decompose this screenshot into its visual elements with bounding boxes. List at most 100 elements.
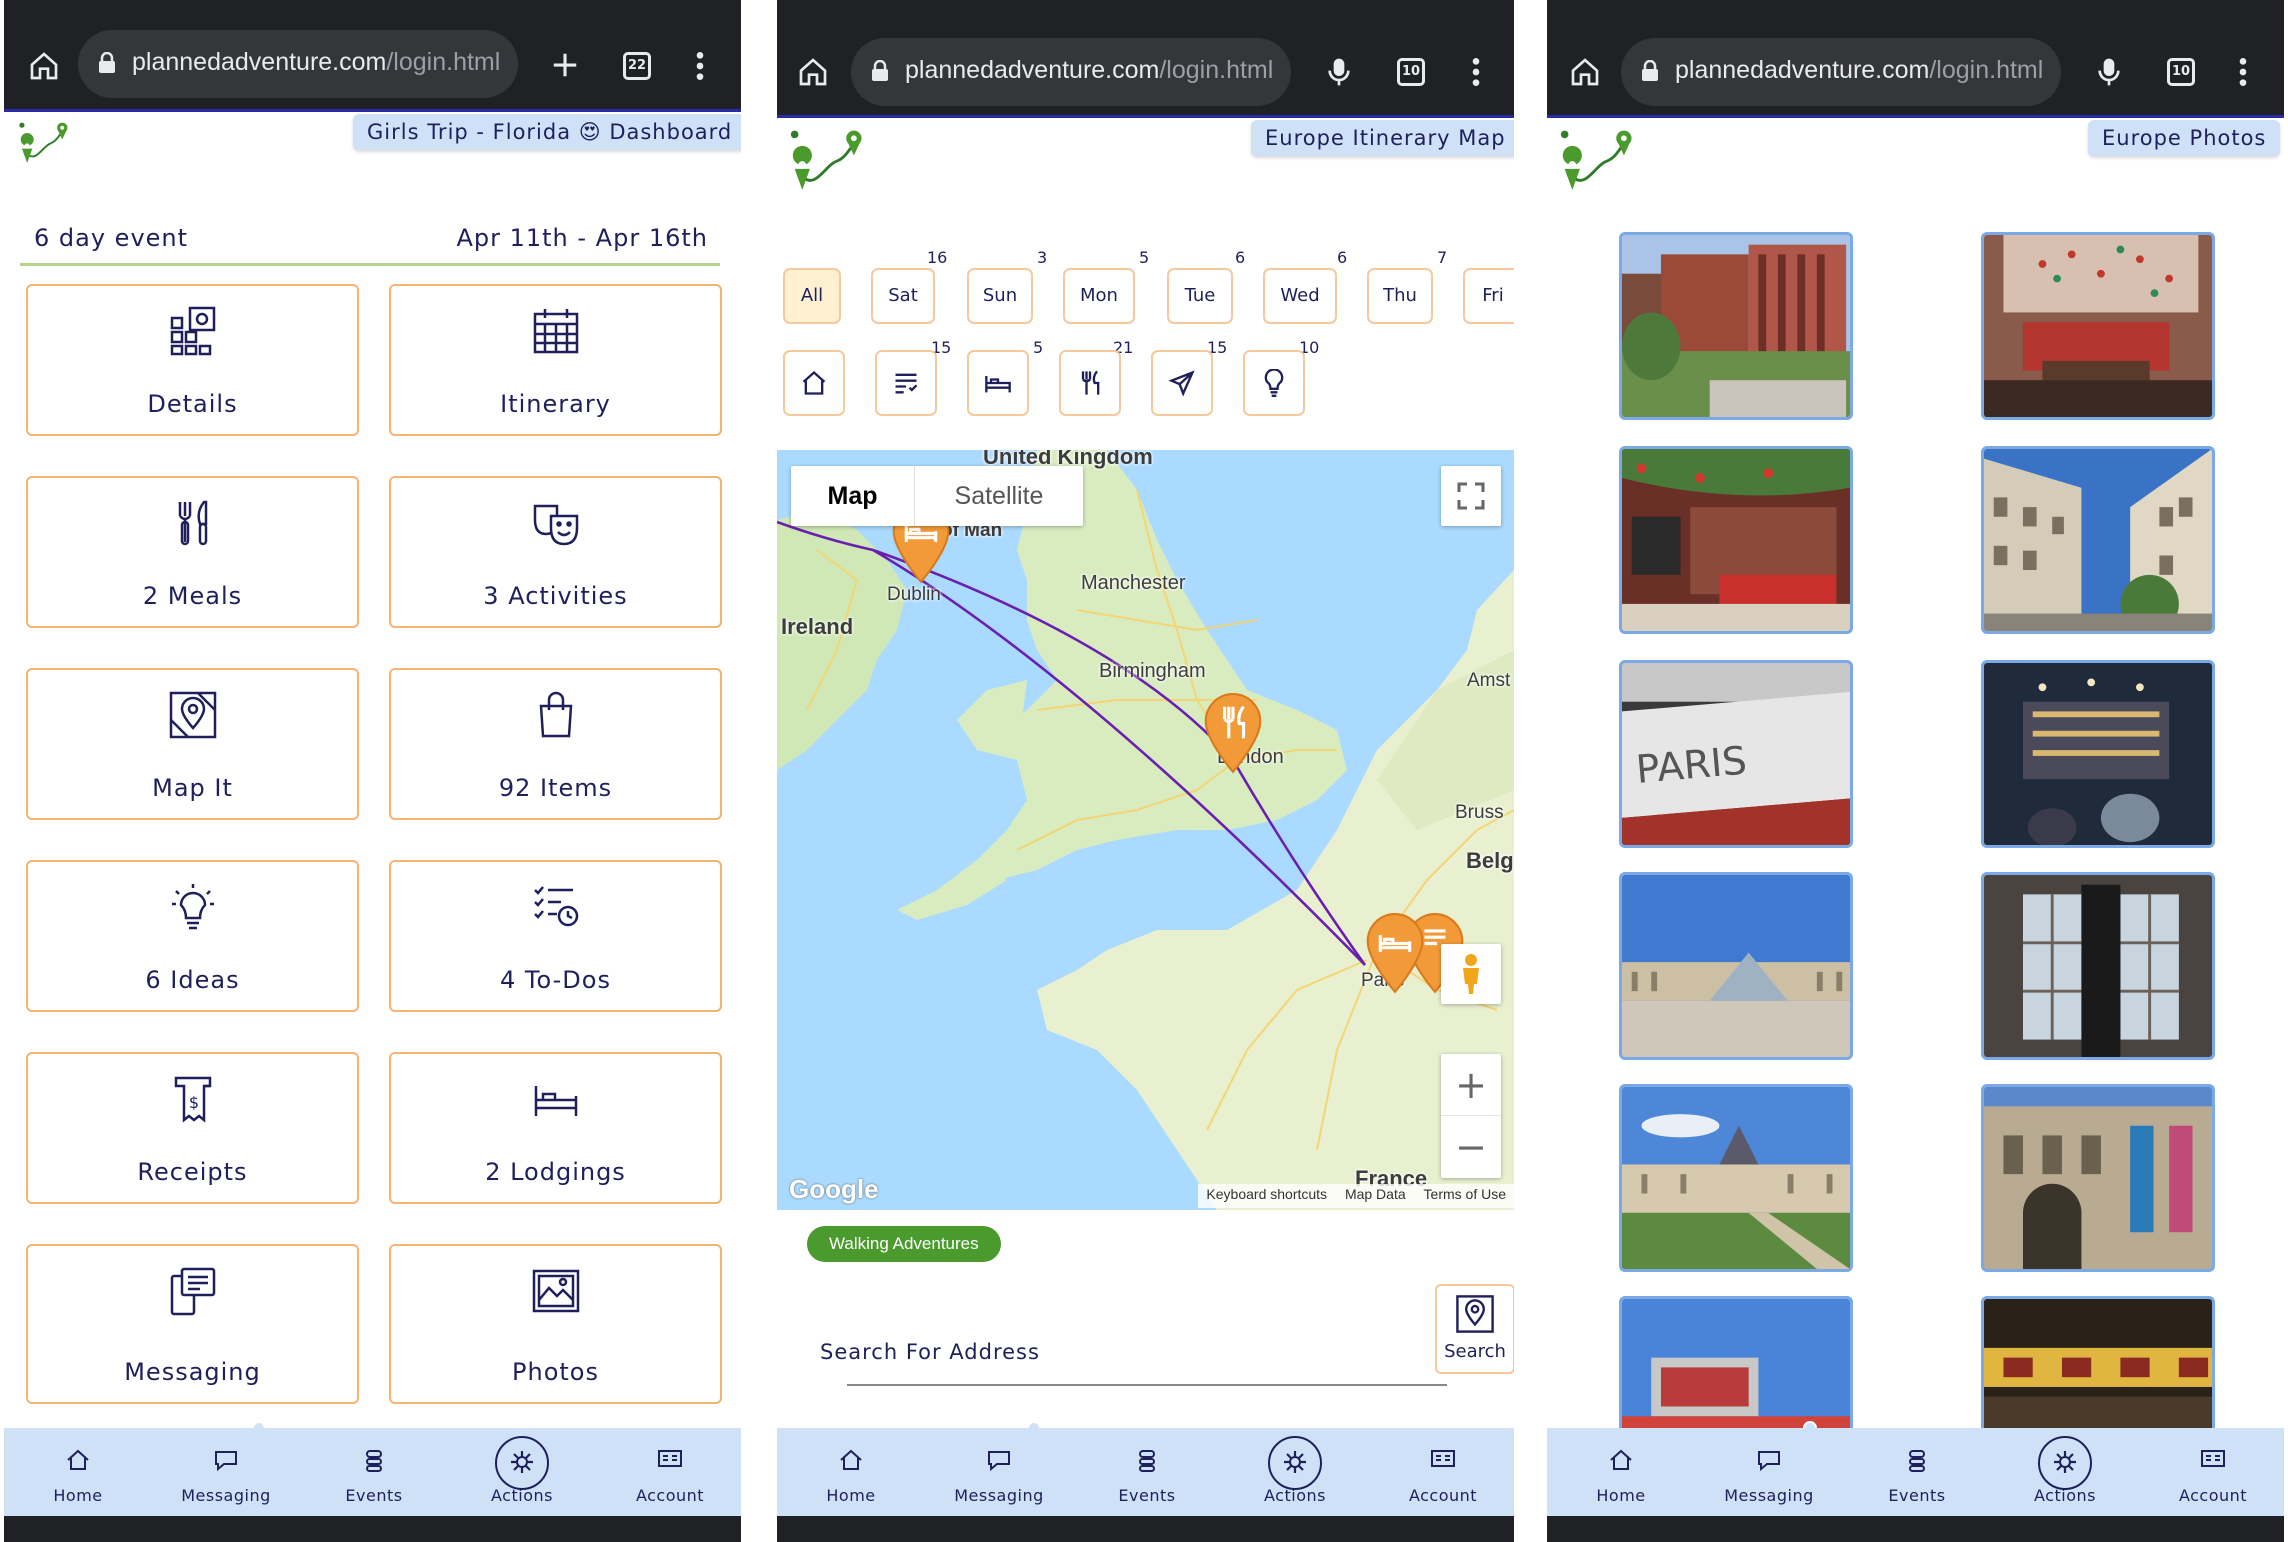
home-icon[interactable]	[797, 56, 829, 88]
tile-messaging[interactable]: Messaging	[26, 1244, 359, 1404]
photo-thumbnail[interactable]	[1981, 660, 2215, 848]
terms-link[interactable]: Terms of Use	[1424, 1186, 1506, 1202]
address-search-input[interactable]: Search For Address	[820, 1340, 1040, 1364]
map-type-satellite[interactable]: Satellite	[915, 466, 1083, 526]
day-filter-sat[interactable]: Sat	[871, 268, 935, 324]
more-menu-icon[interactable]	[1470, 56, 1482, 88]
pegman-icon	[1463, 954, 1479, 994]
category-filter-home[interactable]	[783, 350, 845, 416]
photo-thumbnail[interactable]	[1981, 232, 2215, 420]
app-logo[interactable]	[787, 126, 873, 204]
walking-adventures-chip[interactable]: Walking Adventures	[807, 1226, 1001, 1262]
tab-switcher[interactable]: 10	[2167, 58, 2195, 86]
home-icon	[840, 1449, 862, 1470]
photo-thumbnail[interactable]	[1619, 1084, 1853, 1272]
photo-thumbnail[interactable]	[1981, 1084, 2215, 1272]
app-logo[interactable]	[1557, 126, 1643, 204]
zoom-in-button[interactable]: +	[1441, 1054, 1501, 1116]
street-view-pegman[interactable]	[1441, 944, 1501, 1004]
tab-switcher[interactable]: 10	[1397, 58, 1425, 86]
microphone-icon[interactable]	[1327, 56, 1351, 88]
google-logo: Google	[789, 1174, 879, 1204]
nav-home[interactable]: Home	[791, 1428, 911, 1516]
tile-lodgings[interactable]: 2 Lodgings	[389, 1052, 722, 1204]
events-icon	[1909, 1450, 1925, 1472]
nav-events[interactable]: Events	[1857, 1428, 1977, 1516]
tile-receipts[interactable]: $ Receipts	[26, 1052, 359, 1204]
checklist-icon	[533, 886, 578, 927]
more-menu-icon[interactable]	[694, 50, 706, 82]
nav-actions[interactable]: Actions	[462, 1428, 582, 1516]
nav-messaging[interactable]: Messaging	[1709, 1428, 1829, 1516]
photo-thumbnail[interactable]: PARIS	[1619, 660, 1853, 848]
nav-messaging[interactable]: Messaging	[166, 1428, 286, 1516]
category-filter-travel[interactable]	[1151, 350, 1213, 416]
tile-ideas[interactable]: 6 Ideas	[26, 860, 359, 1012]
day-filter-thu[interactable]: Thu	[1367, 268, 1433, 324]
page-title: Europe Itinerary Map	[1251, 120, 1514, 156]
address-bar[interactable]: plannedadventure.com/login.html	[78, 30, 518, 98]
more-menu-icon[interactable]	[2237, 56, 2249, 88]
photo-thumbnail[interactable]	[1619, 232, 1853, 420]
address-bar[interactable]: plannedadventure.com/login.html	[851, 38, 1291, 106]
photo-thumbnail[interactable]	[1981, 446, 2215, 634]
nav-account[interactable]: Account	[610, 1428, 730, 1516]
restaurant-pin[interactable]	[1201, 692, 1265, 776]
day-filter-wed[interactable]: Wed	[1263, 268, 1337, 324]
nav-account[interactable]: Account	[2153, 1428, 2273, 1516]
nav-home[interactable]: Home	[1561, 1428, 1681, 1516]
photo-chateau-garden	[1622, 1087, 1850, 1269]
fullscreen-button[interactable]	[1441, 466, 1501, 526]
account-icon	[658, 1450, 682, 1467]
nav-events[interactable]: Events	[1087, 1428, 1207, 1516]
nav-messaging[interactable]: Messaging	[939, 1428, 1059, 1516]
lodging-pin[interactable]	[1363, 912, 1427, 996]
tile-todos[interactable]: 4 To-Dos	[389, 860, 722, 1012]
category-filter-ideas[interactable]	[1243, 350, 1305, 416]
browser-toolbar: plannedadventure.com/login.html 10	[777, 0, 1514, 118]
day-filter-all[interactable]: All	[783, 268, 841, 324]
day-filter-sun[interactable]: Sun	[967, 268, 1033, 324]
map-type-map[interactable]: Map	[791, 466, 915, 526]
category-filter-notes[interactable]	[875, 350, 937, 416]
home-icon[interactable]	[28, 50, 60, 82]
photo-thumbnail[interactable]	[1619, 1296, 1853, 1428]
address-bar[interactable]: plannedadventure.com/login.html	[1621, 38, 2061, 106]
tab-switcher[interactable]: 22	[623, 52, 651, 80]
search-button[interactable]: Search	[1435, 1284, 1514, 1374]
nav-home[interactable]: Home	[18, 1428, 138, 1516]
tile-itinerary[interactable]: Itinerary	[389, 284, 722, 436]
photo-thumbnail[interactable]	[1981, 1296, 2215, 1428]
home-icon	[67, 1449, 89, 1470]
photo-thumbnail[interactable]	[1619, 446, 1853, 634]
nav-actions[interactable]: Actions	[1235, 1428, 1355, 1516]
map-view[interactable]: United Kingdom Isle of Man Ireland Dubli…	[777, 450, 1514, 1210]
tile-items[interactable]: 92 Items	[389, 668, 722, 820]
photo-thumbnail[interactable]	[1619, 872, 1853, 1060]
day-filter-tue[interactable]: Tue	[1167, 268, 1233, 324]
day-filter-fri[interactable]: Fri	[1463, 268, 1514, 324]
map-data-link[interactable]: Map Data	[1345, 1186, 1406, 1202]
category-filter-meals[interactable]	[1059, 350, 1121, 416]
map-label-ireland: Ireland	[781, 614, 854, 639]
new-tab-icon[interactable]	[550, 50, 580, 80]
receipt-icon: $	[174, 1076, 211, 1123]
photo-thumbnail[interactable]	[1981, 872, 2215, 1060]
tile-map-it[interactable]: Map It	[26, 668, 359, 820]
category-filter-lodging[interactable]	[967, 350, 1029, 416]
photos-icon	[532, 1269, 579, 1313]
home-icon[interactable]	[1569, 56, 1601, 88]
app-logo[interactable]	[16, 120, 76, 172]
tile-activities[interactable]: 3 Activities	[389, 476, 722, 628]
nav-events[interactable]: Events	[314, 1428, 434, 1516]
keyboard-shortcuts-link[interactable]: Keyboard shortcuts	[1206, 1186, 1327, 1202]
nav-actions[interactable]: Actions	[2005, 1428, 2125, 1516]
tile-label: 6 Ideas	[145, 966, 240, 994]
day-filter-mon[interactable]: Mon	[1063, 268, 1135, 324]
zoom-out-button[interactable]: −	[1441, 1116, 1501, 1178]
tile-photos[interactable]: Photos	[389, 1244, 722, 1404]
nav-account[interactable]: Account	[1383, 1428, 1503, 1516]
microphone-icon[interactable]	[2097, 56, 2121, 88]
tile-details[interactable]: Details	[26, 284, 359, 436]
tile-meals[interactable]: 2 Meals	[26, 476, 359, 628]
